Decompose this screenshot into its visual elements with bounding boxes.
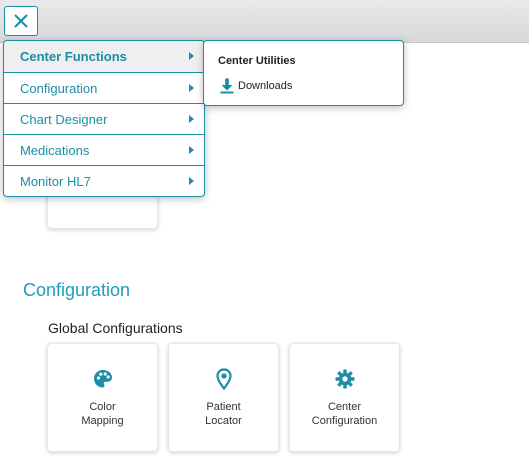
chevron-right-icon	[189, 84, 194, 92]
tile-label: Color Mapping	[81, 401, 124, 427]
menu-item-monitor-hl7[interactable]: Monitor HL7	[4, 165, 204, 196]
chevron-right-icon	[189, 52, 194, 60]
palette-icon	[93, 370, 112, 388]
map-pin-icon	[215, 368, 232, 390]
gear-icon	[335, 369, 354, 389]
tile-patient-locator[interactable]: Patient Locator	[168, 343, 279, 452]
menu-item-label: Chart Designer	[20, 111, 108, 127]
chevron-right-icon	[189, 177, 194, 185]
menu-item-chart-designer[interactable]: Chart Designer	[4, 103, 204, 134]
close-menu-button[interactable]	[4, 6, 38, 36]
menu-item-label: Center Functions	[20, 49, 127, 64]
tile-color-mapping[interactable]: Color Mapping	[47, 343, 158, 452]
chevron-right-icon	[189, 146, 194, 154]
tile-label: Center Configuration	[311, 401, 378, 427]
subsection-title: Global Configurations	[48, 320, 183, 336]
center-functions-submenu: Center Utilities Downloads	[203, 40, 404, 106]
menu-item-configuration[interactable]: Configuration	[4, 72, 204, 103]
menu-item-medications[interactable]: Medications	[4, 134, 204, 165]
tile-center-configuration[interactable]: Center Configuration	[289, 343, 400, 452]
section-title: Configuration	[23, 280, 131, 300]
tile-label: Patient Locator	[205, 401, 242, 427]
menu-item-center-functions[interactable]: Center Functions	[4, 41, 204, 72]
top-bar	[0, 0, 529, 43]
close-icon	[14, 14, 28, 28]
submenu-heading: Center Utilities	[218, 55, 296, 67]
submenu-item-downloads[interactable]: Downloads	[220, 77, 292, 95]
menu-item-label: Monitor HL7	[20, 173, 91, 189]
chevron-right-icon	[189, 115, 194, 123]
download-icon	[220, 78, 234, 94]
submenu-item-label: Downloads	[238, 80, 293, 92]
menu-item-label: Configuration	[20, 80, 98, 96]
main-menu: Center Functions Configuration Chart Des…	[3, 40, 205, 197]
menu-item-label: Medications	[20, 142, 90, 158]
